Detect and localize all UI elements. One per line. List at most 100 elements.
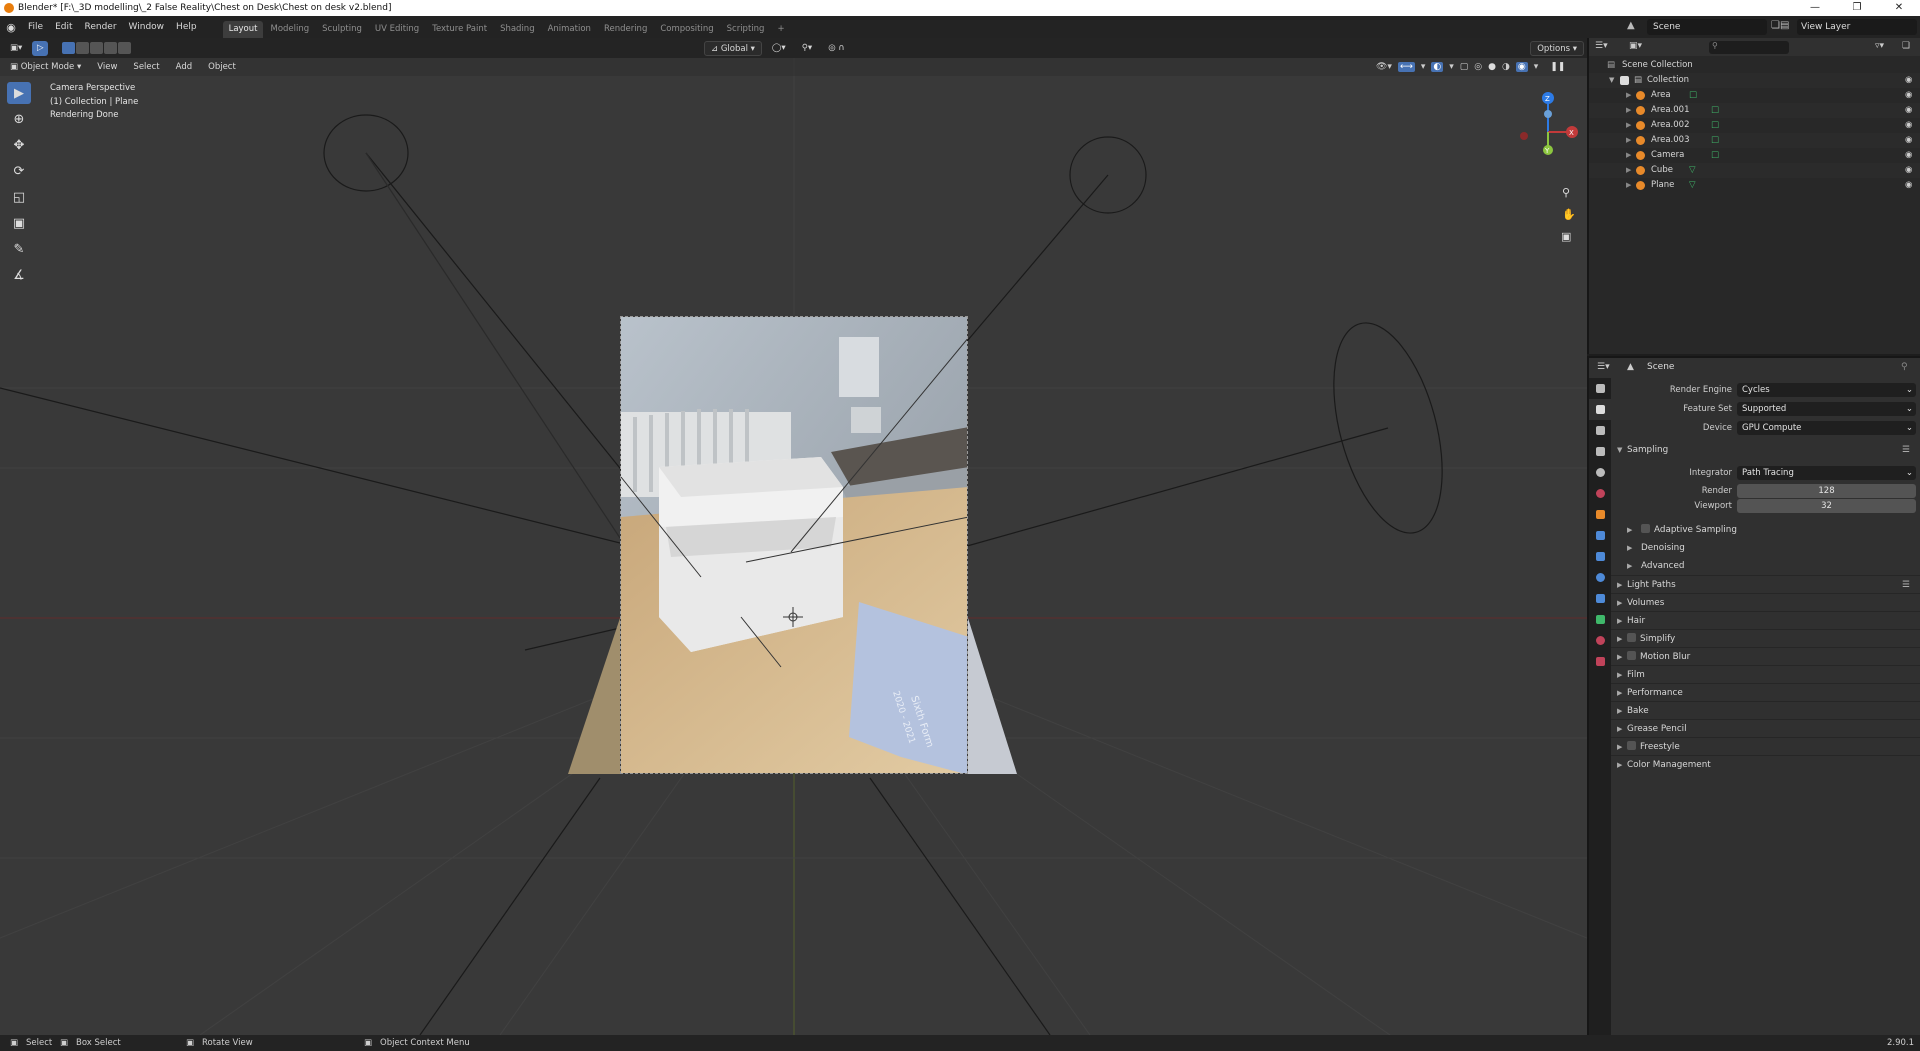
snap-icon[interactable]: ⚲▾ — [796, 41, 819, 56]
tab-scripting[interactable]: Scripting — [721, 21, 771, 38]
menu-view[interactable]: View — [91, 60, 123, 75]
expand-arrow-icon[interactable]: ▶ — [1626, 133, 1631, 148]
expand-arrow-icon[interactable]: ▶ — [1626, 103, 1631, 118]
visibility-eye-icon[interactable]: ◉ — [1905, 133, 1912, 148]
denoising-subpanel[interactable]: ▶ Denoising — [1611, 539, 1920, 557]
xray-toggle-icon[interactable]: ▢ — [1460, 62, 1469, 72]
tab-modeling[interactable]: Modeling — [264, 21, 315, 38]
view-layer-selector[interactable]: View Layer — [1797, 19, 1917, 35]
object-tab-icon[interactable] — [1589, 504, 1611, 525]
panel-header[interactable]: ▶ Grease Pencil — [1611, 719, 1920, 737]
zoom-icon[interactable]: ⚲ — [1562, 186, 1570, 199]
sampling-panel-header[interactable]: ▼ Sampling ☰ — [1611, 441, 1920, 459]
shading-rendered-icon[interactable]: ◉ — [1515, 62, 1528, 72]
proportional-editing-icon[interactable]: ◎ ∩ — [822, 41, 850, 56]
selection-extend-icon[interactable] — [76, 42, 90, 54]
list-menu-icon[interactable]: ☰ — [1902, 576, 1910, 594]
tab-uv-editing[interactable]: UV Editing — [369, 21, 425, 38]
cursor-tool-icon[interactable]: ⊕ — [7, 108, 31, 130]
scale-tool-icon[interactable]: ◱ — [7, 186, 31, 208]
expand-arrow-icon[interactable]: ▶ — [1626, 178, 1631, 193]
pan-hand-icon[interactable]: ✋ — [1562, 208, 1576, 221]
tab-layout[interactable]: Layout — [222, 21, 264, 38]
pause-render-icon[interactable]: ❚❚ — [1550, 62, 1565, 72]
render-engine-dropdown[interactable]: Cycles ⌄ — [1737, 383, 1916, 397]
panel-header[interactable]: ▶ Performance — [1611, 683, 1920, 701]
outliner-row-item[interactable]: ▶ Area □ ◉ — [1589, 88, 1920, 103]
expand-arrow-icon[interactable]: ▶ — [1626, 88, 1631, 103]
pivot-point-icon[interactable]: ◯▾ — [766, 41, 792, 56]
outliner-row-item[interactable]: ▶ Camera □ ◉ — [1589, 148, 1920, 163]
viewport-samples-field[interactable]: 32 — [1737, 499, 1916, 513]
object-mode-dropdown[interactable]: ▣ Object Mode ▾ — [4, 60, 87, 75]
render-tab-icon[interactable] — [1589, 399, 1611, 420]
menu-object[interactable]: Object — [202, 60, 242, 75]
visibility-eye-icon[interactable]: ◉ — [1905, 103, 1912, 118]
texture-tab-icon[interactable] — [1589, 651, 1611, 672]
gizmo-toggle-icon[interactable]: ⟷ — [1397, 62, 1415, 72]
outliner-row-collection[interactable]: ▼ ▤ Collection ◉ — [1589, 73, 1920, 88]
transform-orientation-dropdown[interactable]: ⊿ Global ▾ — [704, 40, 762, 56]
display-mode-icon[interactable]: ▣▾ — [1629, 41, 1642, 51]
outliner-row-item[interactable]: ▶ Area.003 □ ◉ — [1589, 133, 1920, 148]
scene-selector[interactable]: Scene — [1647, 19, 1767, 35]
expand-arrow-icon[interactable]: ▶ — [1626, 163, 1631, 178]
advanced-subpanel[interactable]: ▶ Advanced — [1611, 557, 1920, 575]
add-workspace-button[interactable]: + — [771, 21, 790, 38]
visibility-eye-icon[interactable]: ◉ — [1905, 73, 1912, 88]
integrator-dropdown[interactable]: Path Tracing ⌄ — [1737, 466, 1916, 480]
panel-header[interactable]: ▶ Hair — [1611, 611, 1920, 629]
minimize-button[interactable]: — — [1794, 0, 1836, 16]
visibility-eye-icon[interactable]: ◉ — [1905, 178, 1912, 193]
overlays-toggle-icon[interactable]: ◐ — [1431, 62, 1444, 72]
menu-edit[interactable]: Edit — [49, 16, 78, 38]
tab-compositing[interactable]: Compositing — [654, 21, 719, 38]
outliner-row-item[interactable]: ▶ Plane ▽ ◉ — [1589, 178, 1920, 193]
visibility-eye-icon[interactable]: ◉ — [1905, 163, 1912, 178]
feature-set-dropdown[interactable]: Supported ⌄ — [1737, 402, 1916, 416]
maximize-button[interactable]: ❐ — [1836, 0, 1878, 16]
view-layer-tab-icon[interactable] — [1589, 441, 1611, 462]
shading-material-icon[interactable]: ◑ — [1502, 62, 1510, 72]
world-tab-icon[interactable] — [1589, 483, 1611, 504]
panel-header[interactable]: ▶ Color Management — [1611, 755, 1920, 773]
modifier-tab-icon[interactable] — [1589, 525, 1611, 546]
panel-header[interactable]: ▶ Bake — [1611, 701, 1920, 719]
include-checkbox-icon[interactable] — [1620, 76, 1629, 85]
outliner-row-item[interactable]: ▶ Area.002 □ ◉ — [1589, 118, 1920, 133]
tab-rendering[interactable]: Rendering — [598, 21, 653, 38]
rotate-tool-icon[interactable]: ⟳ — [7, 160, 31, 182]
close-button[interactable]: ✕ — [1878, 0, 1920, 16]
tab-texture-paint[interactable]: Texture Paint — [426, 21, 493, 38]
panel-header[interactable]: ▶ Freestyle — [1611, 737, 1920, 755]
physics-tab-icon[interactable] — [1589, 567, 1611, 588]
editor-type-icon[interactable]: ▣▾ — [4, 41, 28, 56]
selection-invert-icon[interactable] — [104, 42, 118, 54]
select-tool-mode-icon[interactable]: ▷ — [32, 40, 49, 56]
pin-icon[interactable]: ⚲ — [1901, 362, 1908, 372]
device-dropdown[interactable]: GPU Compute ⌄ — [1737, 421, 1916, 435]
expand-arrow-icon[interactable]: ▶ — [1626, 148, 1631, 163]
panel-checkbox[interactable] — [1627, 741, 1636, 750]
visibility-eye-icon[interactable]: ◉ — [1905, 88, 1912, 103]
material-tab-icon[interactable] — [1589, 630, 1611, 651]
shading-solid-icon[interactable]: ● — [1488, 62, 1496, 72]
panel-checkbox[interactable] — [1627, 651, 1636, 660]
visibility-eye-icon[interactable]: ◉ — [1905, 148, 1912, 163]
render-samples-field[interactable]: 128 — [1737, 484, 1916, 498]
selection-intersect-icon[interactable] — [118, 42, 132, 54]
data-tab-icon[interactable] — [1589, 609, 1611, 630]
outliner-row-scene-collection[interactable]: ▤ Scene Collection — [1589, 58, 1920, 73]
measure-tool-icon[interactable]: ∡ — [7, 264, 31, 286]
panel-header[interactable]: ▶ Motion Blur — [1611, 647, 1920, 665]
panel-header[interactable]: ▶ Light Paths ☰ — [1611, 575, 1920, 593]
list-menu-icon[interactable]: ☰ — [1902, 441, 1910, 459]
scene-tab-icon[interactable] — [1589, 462, 1611, 483]
panel-header[interactable]: ▶ Simplify — [1611, 629, 1920, 647]
navigation-gizmo[interactable]: Z X Y ⚲ ✋ ▣ — [1504, 84, 1580, 244]
annotate-tool-icon[interactable]: ✎ — [7, 238, 31, 260]
tab-sculpting[interactable]: Sculpting — [316, 21, 368, 38]
panel-checkbox[interactable] — [1627, 633, 1636, 642]
visibility-icon[interactable]: 👁▾ — [1376, 62, 1392, 72]
menu-window[interactable]: Window — [123, 16, 171, 38]
